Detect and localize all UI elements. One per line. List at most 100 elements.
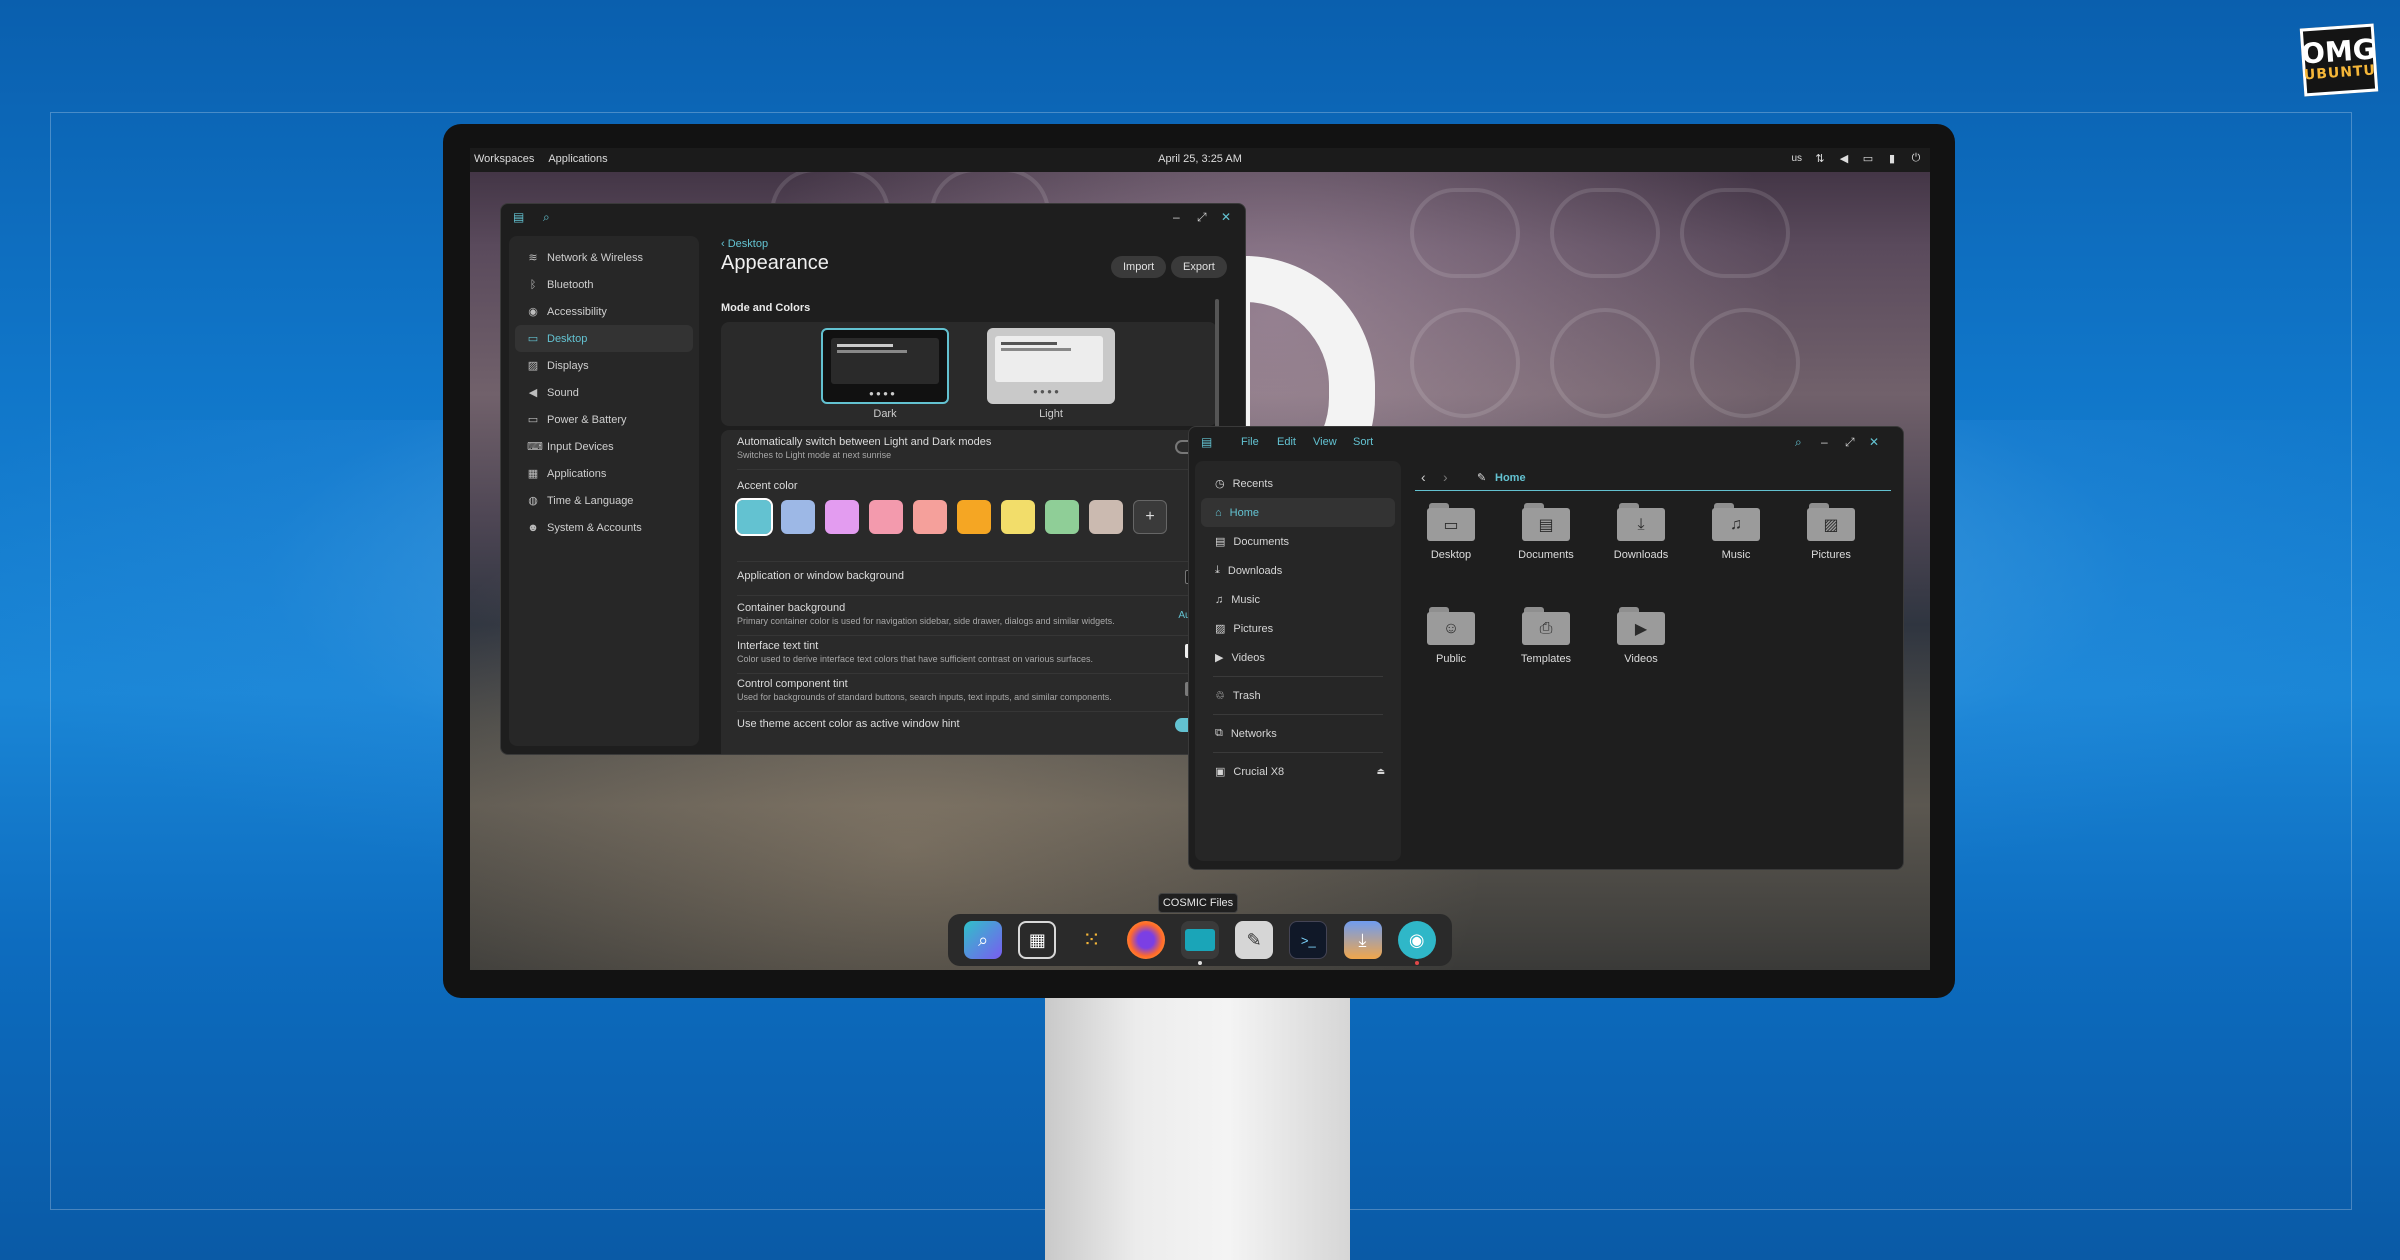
accent-swatch[interactable]: [869, 500, 903, 534]
terminal-app-icon[interactable]: >_: [1289, 921, 1328, 959]
sidebar-toggle-icon[interactable]: ▤: [513, 210, 524, 224]
accent-swatches: +: [735, 498, 1205, 536]
accent-swatch[interactable]: [1001, 500, 1035, 534]
folder-item[interactable]: ▭ Desktop: [1411, 503, 1491, 561]
store-app-icon[interactable]: ⤓: [1343, 921, 1382, 959]
sidebar-item-displays[interactable]: ▨ Displays: [515, 352, 693, 379]
accent-swatch[interactable]: [735, 498, 773, 536]
accent-swatch[interactable]: [1045, 500, 1079, 534]
light-label: Light: [1039, 408, 1063, 420]
folder-item[interactable]: ⎙ Templates: [1506, 607, 1586, 665]
sidebar-item-networks[interactable]: ⧉ Networks: [1201, 719, 1395, 748]
sidebar-item-label: Videos: [1231, 651, 1265, 664]
maximize-icon[interactable]: ⤢: [1845, 435, 1855, 450]
app-grid-icon[interactable]: ⁙: [1073, 921, 1111, 959]
download-icon: ⤓: [1215, 564, 1220, 576]
accent-swatch[interactable]: [913, 500, 947, 534]
launcher-app-icon[interactable]: ⌕: [964, 921, 1003, 959]
folder-item[interactable]: ▤ Documents: [1506, 503, 1586, 561]
sidebar-item-home[interactable]: ⌂ Home: [1201, 498, 1395, 527]
accent-swatch[interactable]: [1089, 500, 1123, 534]
control-tint-subtitle: Used for backgrounds of standard buttons…: [737, 692, 1112, 702]
dock: ⌕ ▦ ⁙ ✎ >_ ⤓ ◉: [948, 914, 1452, 966]
sidebar-item-pictures[interactable]: ▨ Pictures: [1201, 614, 1395, 643]
sidebar-item-accessibility[interactable]: ◉ Accessibility: [515, 298, 693, 325]
search-icon[interactable]: ⌕: [1795, 435, 1802, 450]
sidebar-item-documents[interactable]: ▤ Documents: [1201, 527, 1395, 556]
folder-item[interactable]: ▶ Videos: [1601, 607, 1681, 665]
battery-icon[interactable]: ▮: [1886, 152, 1898, 165]
light-theme-option[interactable]: ● ● ● ●: [987, 328, 1115, 404]
accent-swatch[interactable]: [781, 500, 815, 534]
sidebar-item-network[interactable]: ≋ Network & Wireless: [515, 244, 693, 271]
text-editor-app-icon[interactable]: ✎: [1235, 921, 1274, 959]
monitor-stand: [1045, 995, 1350, 1260]
sound-icon[interactable]: ◀: [1838, 152, 1850, 165]
edit-path-icon[interactable]: ✎: [1477, 471, 1486, 484]
minimize-icon[interactable]: –: [1821, 435, 1828, 449]
close-icon[interactable]: ✕: [1221, 210, 1231, 224]
maximize-icon[interactable]: ⤢: [1197, 210, 1207, 225]
add-color-button[interactable]: +: [1133, 500, 1167, 534]
menu-sort[interactable]: Sort: [1353, 436, 1373, 448]
path-home[interactable]: Home: [1495, 472, 1526, 484]
sidebar-item-applications[interactable]: ▦ Applications: [515, 460, 693, 487]
eject-icon[interactable]: ⏏: [1376, 766, 1385, 777]
accent-swatch[interactable]: [825, 500, 859, 534]
keyboard-layout[interactable]: us: [1791, 153, 1802, 164]
sidebar-toggle-icon[interactable]: ▤: [1201, 435, 1212, 449]
network-icon[interactable]: ⇅: [1814, 152, 1826, 165]
sidebar-item-music[interactable]: ♫ Music: [1201, 585, 1395, 614]
panel-clock[interactable]: April 25, 3:25 AM: [1158, 153, 1242, 165]
firefox-app-icon[interactable]: [1126, 921, 1165, 959]
folder-label: Templates: [1520, 653, 1572, 665]
menu-file[interactable]: File: [1241, 436, 1259, 448]
minimize-icon[interactable]: –: [1173, 210, 1180, 224]
settings-app-icon[interactable]: ◉: [1397, 921, 1436, 965]
folder-label: Pictures: [1811, 549, 1851, 561]
export-button[interactable]: Export: [1171, 256, 1227, 278]
sidebar-item-input[interactable]: ⌨ Input Devices: [515, 433, 693, 460]
menu-edit[interactable]: Edit: [1277, 436, 1296, 448]
sidebar-item-time[interactable]: ◍ Time & Language: [515, 487, 693, 514]
window-bg-title: Application or window background: [737, 570, 904, 582]
accessibility-icon: ◉: [528, 306, 538, 318]
folder-item[interactable]: ⤓ Downloads: [1601, 503, 1681, 561]
files-app-icon[interactable]: [1180, 921, 1219, 965]
sidebar-item-label: Time & Language: [547, 494, 634, 507]
sidebar-item-drive[interactable]: ▣ Crucial X8 ⏏: [1201, 757, 1395, 786]
folder-icon: [1184, 929, 1215, 951]
sidebar-item-downloads[interactable]: ⤓ Downloads: [1201, 556, 1395, 585]
forward-icon[interactable]: ›: [1443, 469, 1448, 485]
dark-preview-dock: ● ● ● ●: [869, 389, 895, 398]
menu-view[interactable]: View: [1313, 436, 1337, 448]
power-icon[interactable]: ⏻: [1910, 152, 1922, 164]
sidebar-item-bluetooth[interactable]: ᛒ Bluetooth: [515, 271, 693, 298]
wallpaper-shape: [1690, 308, 1800, 418]
sidebar-item-videos[interactable]: ▶ Videos: [1201, 643, 1395, 672]
folder-item[interactable]: ▨ Pictures: [1791, 503, 1871, 561]
workspaces-app-icon[interactable]: ▦: [1018, 921, 1057, 959]
breadcrumb[interactable]: ‹ Desktop: [721, 238, 768, 250]
back-icon[interactable]: ‹: [1421, 469, 1426, 485]
folder-item[interactable]: ♫ Music: [1696, 503, 1776, 561]
sidebar-item-sound[interactable]: ◀ Sound: [515, 379, 693, 406]
apps-icon: ▦: [527, 468, 539, 480]
video-icon: ▶: [1215, 652, 1224, 664]
notifications-icon[interactable]: ▭: [1862, 152, 1874, 165]
folder-item[interactable]: ☺ Public: [1411, 607, 1491, 665]
sidebar-item-label: Bluetooth: [547, 278, 594, 291]
sidebar-item-desktop[interactable]: ▭ Desktop: [515, 325, 693, 352]
close-icon[interactable]: ✕: [1869, 435, 1879, 449]
import-button[interactable]: Import: [1111, 256, 1167, 278]
sidebar-item-power[interactable]: ▭ Power & Battery: [515, 406, 693, 433]
dark-theme-option[interactable]: ● ● ● ●: [821, 328, 949, 404]
sidebar-item-system[interactable]: ☻ System & Accounts: [515, 514, 693, 541]
sidebar-item-trash[interactable]: ♲ Trash: [1201, 681, 1395, 710]
accent-swatch[interactable]: [957, 500, 991, 534]
accent-hint-title: Use theme accent color as active window …: [737, 718, 960, 730]
search-icon[interactable]: ⌕: [543, 210, 550, 225]
sidebar-item-recents[interactable]: ◷ Recents: [1201, 469, 1395, 498]
wallpaper-shape: [1680, 188, 1790, 278]
omg-ubuntu-logo: OMG UBUNTU: [2299, 23, 2379, 97]
